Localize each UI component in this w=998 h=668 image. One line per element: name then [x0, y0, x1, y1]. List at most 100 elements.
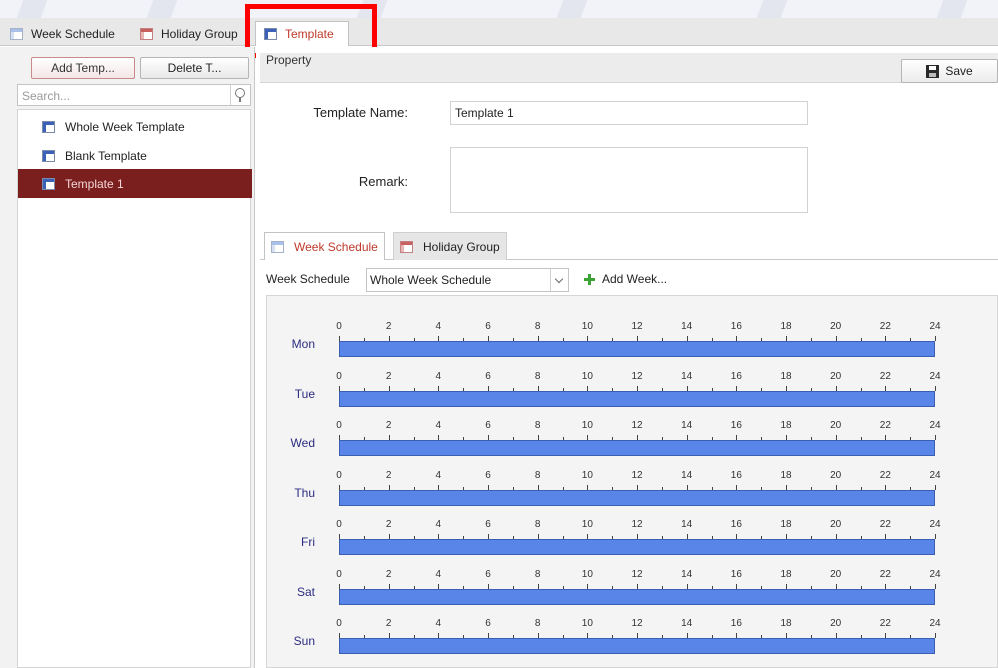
tick-mark	[935, 583, 936, 589]
hour-label: 2	[385, 519, 392, 530]
hour-ruler: 0 2 4 6 8 10 12 14 16 18 20 22 24	[336, 321, 941, 341]
schedule-timeline: Mon 0 2 4 6 8 10 12 14 16 18 20 22 24 Tue 0 2 4 6 8 10 12 14 16…	[266, 295, 998, 668]
hour-label: 12	[631, 519, 643, 530]
schedule-bar[interactable]	[339, 638, 935, 654]
hour-label: 12	[631, 568, 643, 580]
remark-label: Remark:	[358, 174, 408, 189]
hour-label: 18	[780, 568, 792, 580]
hour-label: 4	[435, 321, 442, 332]
hour-ruler: 0 2 4 6 8 10 12 14 16 18 20 22 24	[336, 469, 941, 490]
hour-label: 8	[534, 519, 541, 530]
hour-label: 4	[435, 420, 442, 431]
hour-label: 4	[435, 618, 442, 629]
day-label: Thu	[294, 485, 315, 500]
save-button[interactable]: Save	[901, 59, 998, 83]
subtab-label: Week Schedule	[294, 239, 378, 254]
hour-label: 24	[929, 321, 941, 332]
template-sidebar: Add Temp... Delete T... Search... Whole …	[0, 47, 255, 668]
hour-label: 22	[879, 568, 891, 580]
list-item-blank-template[interactable]: Blank Template	[18, 141, 252, 170]
schedule-bar[interactable]	[339, 588, 935, 605]
hour-label: 20	[830, 519, 842, 530]
subtab-holiday-group[interactable]: Holiday Group	[393, 232, 507, 260]
template-name-input[interactable]: Template 1	[450, 101, 808, 125]
hour-label: 2	[385, 568, 392, 580]
schedule-bar[interactable]	[339, 341, 935, 357]
schedule-bar[interactable]	[339, 440, 935, 456]
hour-label: 0	[336, 370, 342, 382]
hour-ruler: 0 2 4 6 8 10 12 14 16 18 20 22 24	[336, 618, 941, 638]
hour-label: 16	[730, 568, 742, 580]
hour-label: 18	[780, 469, 792, 481]
subtab-week-schedule[interactable]: Week Schedule	[264, 232, 385, 260]
plus-icon	[584, 273, 595, 285]
search-field[interactable]: Search...	[17, 84, 251, 106]
subtab-label: Holiday Group	[423, 239, 500, 254]
day-label: Wed	[290, 436, 315, 450]
hour-label: 6	[485, 618, 491, 629]
hour-ruler: 0 2 4 6 8 10 12 14 16 18 20 22 24	[336, 420, 941, 440]
hour-label: 22	[879, 321, 891, 332]
day-row-fri: Fri 0 2 4 6 8 10 12 14 16 18 20 22 24	[267, 519, 998, 569]
tick-mark	[935, 385, 936, 391]
template-icon	[42, 149, 55, 162]
day-label: Sun	[293, 634, 315, 648]
property-panel: Property Save Template Name: Template 1 …	[256, 47, 998, 668]
property-header: Property Save	[260, 53, 998, 83]
week-schedule-label: Week Schedule	[266, 272, 350, 286]
tab-holiday-group[interactable]: Holiday Group	[132, 21, 246, 46]
calendar-icon	[10, 27, 23, 40]
search-placeholder: Search...	[22, 89, 71, 103]
hour-ruler: 0 2 4 6 8 10 12 14 16 18 20 22 24	[336, 568, 941, 589]
hour-label: 6	[485, 321, 491, 332]
hour-ruler: 0 2 4 6 8 10 12 14 16 18 20 22 24	[336, 370, 941, 391]
hour-label: 14	[681, 469, 693, 481]
schedule-bar[interactable]	[339, 489, 935, 506]
search-icon[interactable]	[230, 85, 250, 105]
hour-label: 0	[336, 519, 342, 530]
hour-label: 10	[581, 568, 593, 580]
hour-label: 12	[631, 321, 643, 332]
day-row-thu: Thu 0 2 4 6 8 10 12 14 16 18 20 22 24	[267, 470, 998, 520]
tick-mark	[935, 435, 936, 440]
chevron-down-icon[interactable]	[550, 269, 568, 291]
schedule-bar[interactable]	[339, 390, 935, 407]
hour-label: 12	[631, 370, 643, 382]
schedule-bar[interactable]	[339, 539, 935, 555]
hour-label: 10	[581, 420, 593, 431]
hour-label: 0	[336, 321, 342, 332]
tab-label: Week Schedule	[31, 26, 115, 41]
hour-label: 4	[435, 469, 442, 481]
hour-label: 0	[336, 469, 342, 481]
hour-label: 20	[830, 568, 842, 580]
hour-label: 16	[730, 321, 742, 332]
hour-ruler: 0 2 4 6 8 10 12 14 16 18 20 22 24	[336, 519, 941, 539]
add-template-button[interactable]: Add Temp...	[31, 57, 135, 79]
hour-label: 20	[830, 321, 842, 332]
hour-label: 4	[435, 519, 442, 530]
hour-label: 22	[879, 519, 891, 530]
list-item-template-1[interactable]: Template 1	[18, 169, 252, 198]
hour-label: 24	[929, 519, 941, 530]
remark-textarea[interactable]	[450, 147, 808, 213]
hour-label: 24	[929, 618, 941, 629]
top-strip	[0, 0, 998, 18]
hour-label: 10	[581, 618, 593, 629]
hour-label: 8	[534, 469, 541, 481]
property-section-label: Property	[266, 53, 312, 67]
hour-label: 14	[681, 321, 693, 332]
hour-label: 8	[534, 568, 541, 580]
day-label: Mon	[291, 337, 315, 351]
hour-label: 14	[681, 420, 693, 431]
list-item-label: Template 1	[65, 176, 124, 191]
holiday-icon	[140, 27, 153, 40]
delete-template-button[interactable]: Delete T...	[140, 57, 249, 79]
hour-label: 12	[631, 618, 643, 629]
add-week-button[interactable]: Add Week...	[584, 272, 667, 286]
tab-week-schedule[interactable]: Week Schedule	[2, 21, 123, 46]
hour-label: 16	[730, 420, 742, 431]
hour-label: 10	[581, 469, 593, 481]
list-item-whole-week-template[interactable]: Whole Week Template	[18, 112, 252, 141]
hour-label: 10	[581, 370, 593, 382]
week-schedule-select[interactable]: Whole Week Schedule	[366, 268, 569, 292]
